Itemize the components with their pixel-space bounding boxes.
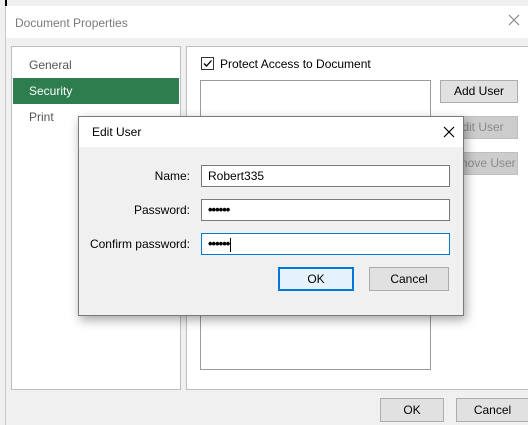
dialog-ok-button[interactable]: OK	[278, 267, 354, 291]
protect-access-checkbox[interactable]	[201, 57, 214, 70]
dialog-title: Edit User	[92, 125, 142, 139]
dialog-cancel-button[interactable]: Cancel	[369, 267, 449, 291]
password-label: Password:	[133, 203, 190, 217]
text-caret	[230, 237, 232, 252]
protect-access-label[interactable]: Protect Access to Document	[220, 57, 371, 71]
nav-item-general[interactable]: General	[13, 52, 179, 78]
password-value: ••••••	[208, 202, 230, 217]
name-field[interactable]: Robert335	[201, 165, 450, 187]
ok-button[interactable]: OK	[380, 398, 444, 422]
confirm-password-field[interactable]: ••••••	[201, 233, 450, 255]
password-field[interactable]: ••••••	[201, 199, 450, 221]
name-label: Name:	[154, 169, 190, 183]
confirm-password-label: Confirm password:	[89, 237, 190, 251]
window-border	[5, 0, 6, 425]
cancel-button[interactable]: Cancel	[456, 398, 528, 422]
name-value: Robert335	[208, 169, 265, 183]
close-icon[interactable]	[506, 12, 522, 28]
add-user-button[interactable]: Add User	[440, 80, 518, 103]
window-title: Document Properties	[15, 16, 128, 30]
close-icon[interactable]	[441, 124, 457, 140]
nav-item-security[interactable]: Security	[13, 78, 179, 104]
confirm-password-value: ••••••	[208, 236, 230, 251]
